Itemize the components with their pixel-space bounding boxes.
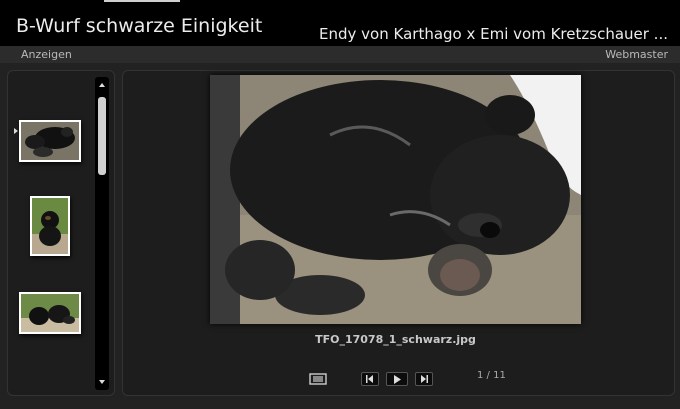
screen-icon — [309, 373, 327, 385]
thumbnail-1[interactable] — [19, 120, 81, 162]
scroll-up-button[interactable] — [95, 79, 109, 91]
top-accent-line — [104, 0, 180, 2]
next-icon — [421, 375, 428, 383]
next-button[interactable] — [415, 372, 433, 386]
image-counter: 1 / 11 — [477, 370, 506, 381]
webmaster-link[interactable]: Webmaster — [605, 48, 668, 61]
selected-thumbnail-indicator — [14, 128, 18, 134]
slideshow-screen-button[interactable] — [308, 372, 328, 386]
main-photo-image — [210, 75, 581, 324]
gallery-title: B-Wurf schwarze Einigkeit — [16, 15, 263, 37]
thumbnail-scrollbar[interactable] — [95, 77, 109, 390]
thumbnail-2-image — [32, 198, 68, 254]
main-photo[interactable] — [210, 75, 581, 324]
thumbnail-1-image — [21, 122, 79, 160]
arrow-up-icon — [99, 83, 105, 87]
play-icon — [394, 374, 401, 384]
image-caption: TFO_17078_1_schwarz.jpg — [315, 333, 476, 346]
thumbnail-3[interactable] — [19, 292, 81, 334]
thumbnail-3-image — [21, 294, 79, 332]
anzeigen-link[interactable]: Anzeigen — [21, 48, 72, 61]
previous-button[interactable] — [361, 372, 379, 386]
nav-bar: Anzeigen Webmaster — [0, 46, 680, 63]
scroll-down-button[interactable] — [95, 376, 109, 388]
gallery-subtitle: Endy von Karthago x Emi vom Kretzschauer… — [319, 25, 668, 43]
scrollbar-thumb[interactable] — [98, 97, 106, 175]
play-button[interactable] — [386, 372, 408, 386]
arrow-down-icon — [99, 380, 105, 384]
previous-icon — [366, 375, 373, 383]
thumbnail-2[interactable] — [30, 196, 70, 256]
header-bar: B-Wurf schwarze Einigkeit Endy von Karth… — [0, 0, 680, 46]
